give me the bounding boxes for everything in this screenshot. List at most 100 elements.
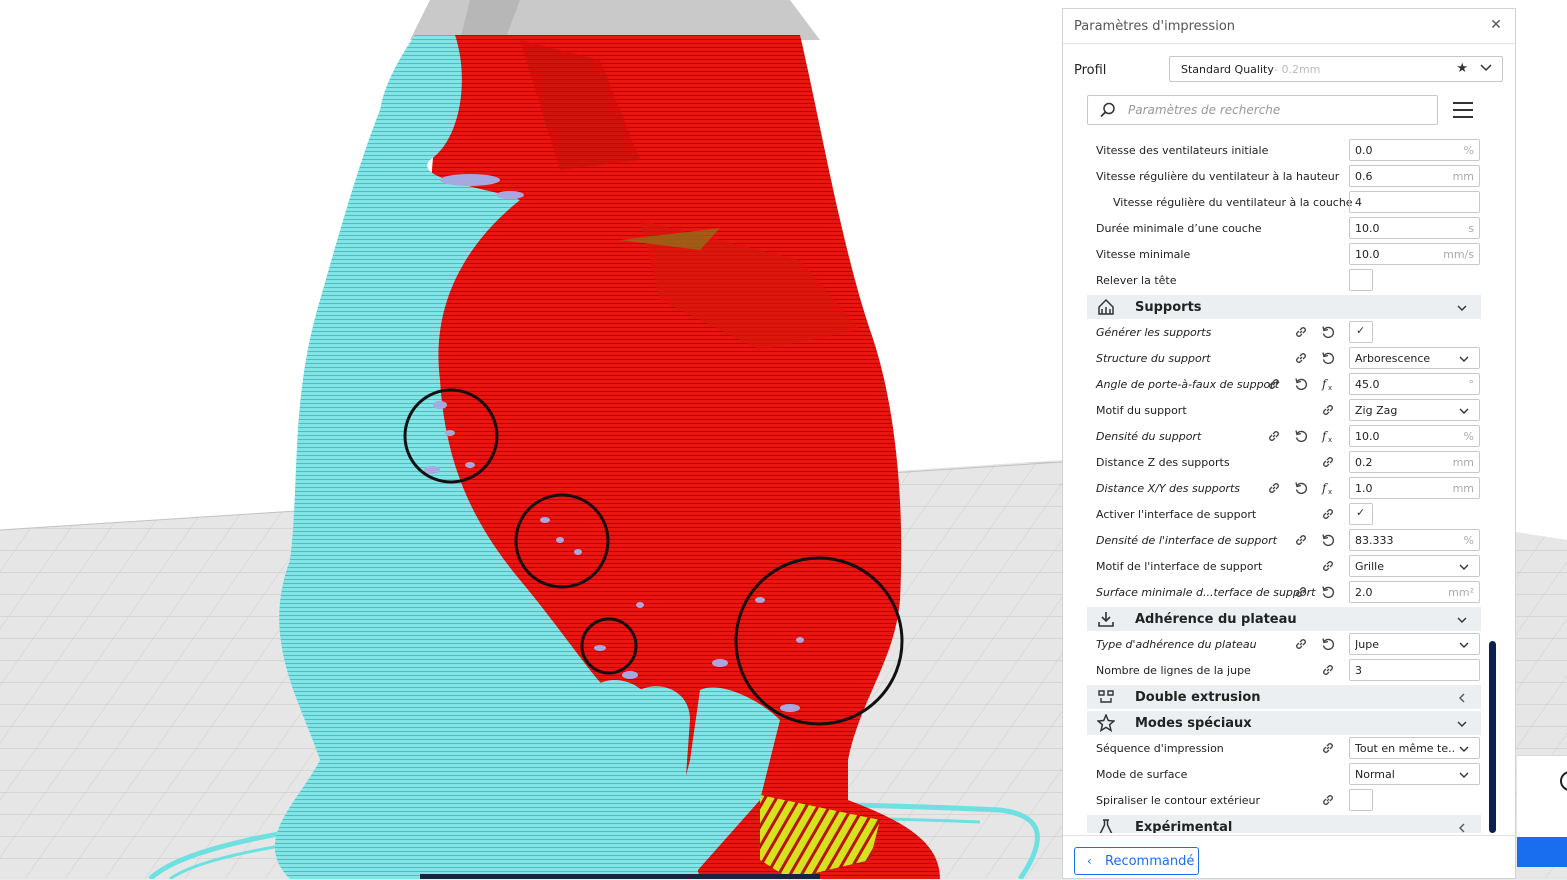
link-icon[interactable]	[1267, 481, 1281, 495]
setting-row: Activer l'interface de support ✓	[1087, 501, 1481, 527]
reset-icon[interactable]	[1321, 351, 1335, 365]
link-icon[interactable]	[1321, 741, 1335, 755]
link-icon[interactable]	[1321, 663, 1335, 677]
link-icon[interactable]	[1321, 559, 1335, 573]
link-icon[interactable]	[1294, 325, 1308, 339]
link-icon[interactable]	[1321, 455, 1335, 469]
reset-icon[interactable]	[1294, 429, 1308, 443]
setting-dropdown[interactable]: Arborescence	[1349, 347, 1480, 369]
setting-row: Structure du support Arborescence	[1087, 345, 1481, 371]
reset-icon[interactable]	[1294, 481, 1308, 495]
link-icon[interactable]	[1267, 377, 1281, 391]
chevron-down-icon	[1459, 639, 1469, 649]
setting-checkbox[interactable]: ✓	[1349, 321, 1373, 343]
chevron-down-icon	[1459, 353, 1469, 363]
setting-input[interactable]: 45.0 °	[1349, 373, 1480, 395]
setting-input[interactable]: 3	[1349, 659, 1480, 681]
setting-input[interactable]: 4	[1349, 191, 1480, 213]
setting-input[interactable]: 0.6 mm	[1349, 165, 1480, 187]
link-icon[interactable]	[1321, 793, 1335, 807]
checkbox-mark: ✓	[1356, 324, 1366, 337]
setting-row: Vitesse régulière du ventilateur à la co…	[1087, 189, 1481, 215]
recommended-button[interactable]: ‹ Recommandé	[1074, 847, 1199, 875]
adhesion-icon	[1097, 610, 1115, 628]
primary-button-fragment[interactable]	[1517, 837, 1567, 867]
setting-label: Durée minimale d’une couche	[1096, 222, 1262, 235]
reset-icon[interactable]	[1321, 325, 1335, 339]
setting-label: Densité de l'interface de support	[1096, 534, 1277, 547]
scrollbar[interactable]	[1489, 641, 1496, 833]
chevron-down-icon[interactable]	[1457, 718, 1467, 728]
setting-value: 10.0	[1355, 248, 1380, 261]
setting-dropdown[interactable]: Jupe	[1349, 633, 1480, 655]
setting-dropdown[interactable]: Tout en même te...	[1349, 737, 1480, 759]
category-title: Modes spéciaux	[1135, 716, 1252, 731]
function-icon[interactable]: fx	[1321, 429, 1335, 443]
chevron-left-icon[interactable]	[1457, 822, 1467, 833]
setting-row: Vitesse des ventilateurs initiale 0.0%	[1087, 137, 1481, 163]
setting-checkbox[interactable]	[1349, 269, 1373, 291]
function-icon[interactable]: fx	[1321, 377, 1335, 391]
chevron-down-icon[interactable]	[1457, 302, 1467, 312]
profile-layer-height: - 0.2mm	[1274, 63, 1321, 76]
link-icon[interactable]	[1294, 637, 1308, 651]
setting-input[interactable]: 1.0 mm	[1349, 477, 1480, 499]
setting-input[interactable]: 0.2 mm	[1349, 451, 1480, 473]
chevron-left-icon[interactable]	[1457, 692, 1467, 703]
link-icon[interactable]	[1294, 351, 1308, 365]
setting-input[interactable]: 83.333%	[1349, 529, 1480, 551]
setting-value: 45.0	[1355, 378, 1380, 391]
setting-value: Tout en même te...	[1355, 742, 1455, 755]
profile-dropdown[interactable]: Standard Quality - 0.2mm ★	[1169, 56, 1503, 82]
category-adhesion[interactable]: Adhérence du plateau	[1087, 607, 1481, 631]
category-special-modes[interactable]: Modes spéciaux	[1087, 711, 1481, 735]
setting-value: Jupe	[1355, 638, 1379, 651]
hamburger-menu-icon[interactable]	[1453, 101, 1473, 119]
setting-label: Motif du support	[1096, 404, 1187, 417]
settings-list[interactable]: Vitesse des ventilateurs initiale 0.0% Vit…	[1087, 137, 1481, 833]
setting-value: 83.333	[1355, 534, 1394, 547]
setting-dropdown[interactable]: Zig Zag	[1349, 399, 1480, 421]
setting-input[interactable]: 10.0%	[1349, 425, 1480, 447]
category-dual-extrusion[interactable]: Double extrusion	[1087, 685, 1481, 709]
setting-dropdown[interactable]: Grille	[1349, 555, 1480, 577]
category-supports[interactable]: Supports	[1087, 295, 1481, 319]
function-icon[interactable]: fx	[1321, 481, 1335, 495]
setting-input[interactable]: 10.0 mm/s	[1349, 243, 1480, 265]
print-settings-panel: Paramètres d'impression ✕ Profil Standar…	[1062, 8, 1516, 879]
link-icon[interactable]	[1267, 429, 1281, 443]
setting-unit: mm	[1452, 482, 1474, 495]
experimental-icon	[1097, 818, 1115, 833]
setting-label: Spiraliser le contour extérieur	[1096, 794, 1261, 807]
setting-value: 1.0	[1355, 482, 1373, 495]
setting-row: Nombre de lignes de la jupe 3	[1087, 657, 1481, 683]
reset-icon[interactable]	[1294, 377, 1308, 391]
setting-dropdown[interactable]: Normal	[1349, 763, 1480, 785]
search-box[interactable]	[1087, 95, 1438, 125]
category-experimental[interactable]: Expérimental	[1087, 815, 1481, 833]
link-icon[interactable]	[1294, 585, 1308, 599]
setting-label: Activer l'interface de support	[1096, 508, 1257, 521]
chevron-down-icon[interactable]	[1457, 614, 1467, 624]
reset-icon[interactable]	[1321, 585, 1335, 599]
setting-unit: %	[1463, 430, 1474, 443]
link-icon[interactable]	[1294, 533, 1308, 547]
setting-input[interactable]: 10.0 s	[1349, 217, 1480, 239]
setting-checkbox[interactable]	[1349, 789, 1373, 811]
close-icon[interactable]: ✕	[1487, 16, 1505, 34]
link-icon[interactable]	[1321, 507, 1335, 521]
setting-label: Type d'adhérence du plateau	[1096, 638, 1257, 651]
star-icon[interactable]: ★	[1456, 61, 1468, 76]
chevron-left-icon: ‹	[1087, 854, 1092, 868]
reset-icon[interactable]	[1321, 637, 1335, 651]
chevron-down-icon	[1480, 61, 1492, 75]
reset-icon[interactable]	[1321, 533, 1335, 547]
search-icon	[1100, 102, 1116, 118]
setting-input[interactable]: 0.0%	[1349, 139, 1480, 161]
search-input[interactable]	[1128, 101, 1428, 119]
link-icon[interactable]	[1321, 403, 1335, 417]
setting-input[interactable]: 2.0 mm²	[1349, 581, 1480, 603]
setting-checkbox[interactable]: ✓	[1349, 503, 1373, 525]
setting-unit: %	[1463, 144, 1474, 157]
setting-row: Motif du support Zig Zag	[1087, 397, 1481, 423]
